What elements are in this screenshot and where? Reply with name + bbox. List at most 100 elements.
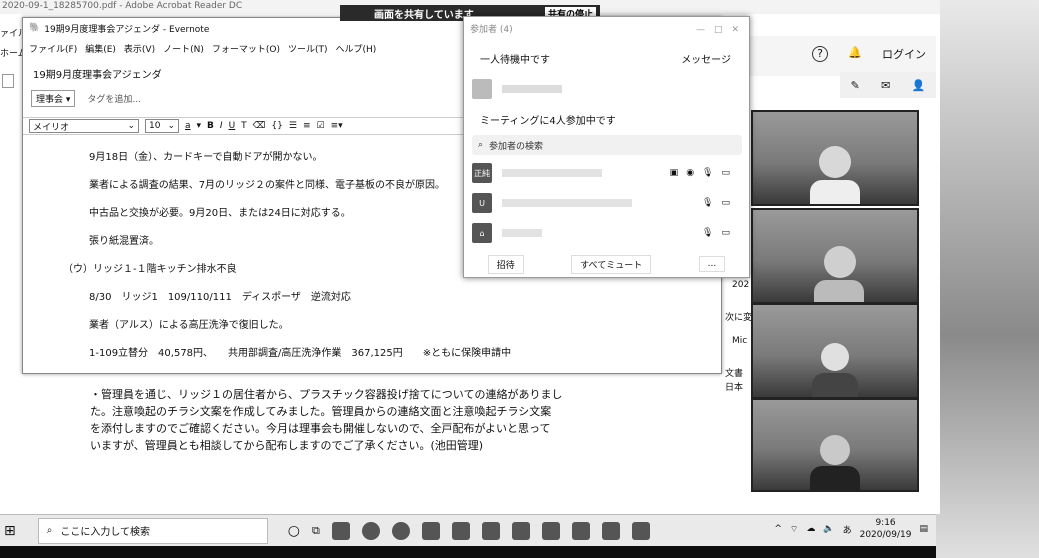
video-icon[interactable]: ▣ <box>670 168 679 178</box>
cortana-icon[interactable]: ○ <box>288 523 300 539</box>
evernote-icon: 🐘 <box>29 23 41 33</box>
participant-row[interactable]: 正純 ▣ ◉ 🎙 ▭ <box>472 159 742 187</box>
camera-icon[interactable]: ▭ <box>721 198 730 208</box>
right-video-background <box>936 0 1039 558</box>
font-family-select[interactable]: メイリオ ⌄ <box>29 119 139 133</box>
more-button[interactable]: ... <box>698 256 726 272</box>
numbered-list-icon[interactable]: ≡ <box>303 121 311 131</box>
participant-name <box>502 229 542 237</box>
side-text: Mic <box>732 336 748 346</box>
bell-icon[interactable]: 🔔 <box>848 46 862 59</box>
message-button[interactable]: メッセージ <box>681 51 731 66</box>
chevron-up-icon[interactable]: ^ <box>774 524 782 534</box>
note-title[interactable]: 19期9月度理事会アジェンダ <box>33 66 162 81</box>
video-tile[interactable] <box>751 303 919 399</box>
pdf-line: を添付しますのでご確認ください。今月は理事会も開催しないので、全戸配布がよいと思… <box>90 422 551 435</box>
checkbox-icon[interactable]: ☑ <box>316 121 324 131</box>
participant-controls: 🎙 ▭ <box>702 228 730 238</box>
acrobat-icon[interactable] <box>541 521 560 540</box>
waiting-participant[interactable] <box>472 75 742 103</box>
sign-icon[interactable]: ✎ <box>851 79 860 92</box>
underline-icon[interactable]: U <box>229 121 236 131</box>
participant-name <box>502 85 562 93</box>
mic-icon[interactable]: 🎙 <box>702 228 713 238</box>
code-icon[interactable]: {} <box>271 121 282 131</box>
network-icon[interactable]: ⌔ <box>790 524 798 535</box>
participant-row[interactable]: ⌂ 🎙 ▭ <box>472 219 742 247</box>
participant-controls: ▣ ◉ 🎙 ▭ <box>670 168 730 178</box>
participant-search[interactable]: ⌕ 参加者の検索 <box>472 135 742 155</box>
zoom-icon[interactable] <box>601 521 620 540</box>
camera-icon[interactable]: ▭ <box>721 228 730 238</box>
record-icon[interactable]: ◉ <box>686 168 694 178</box>
mic-icon[interactable]: 🎙 <box>702 168 713 178</box>
camera-icon[interactable]: ▭ <box>721 168 730 178</box>
ime-indicator[interactable]: あ <box>843 523 852 536</box>
search-icon: ⌕ <box>46 525 53 536</box>
app-icon[interactable] <box>331 521 350 540</box>
login-button[interactable]: ログイン <box>882 46 926 62</box>
participants-header: 参加者 (4) — □ ✕ <box>464 17 749 39</box>
strikethrough-icon[interactable]: T <box>241 121 247 131</box>
bullet-list-icon[interactable]: ☰ <box>289 121 297 131</box>
tag-input[interactable]: タグを追加... <box>87 92 141 105</box>
app-icon[interactable] <box>481 521 500 540</box>
menu-help[interactable]: ヘルプ(H) <box>336 42 377 55</box>
add-user-icon[interactable]: 👤 <box>912 79 926 92</box>
note-line: 業者による調査の結果、7月のリッジ２の案件と同様、電子基板の不良が原因。 <box>89 180 446 191</box>
mute-all-button[interactable]: すべてミュート <box>571 254 652 274</box>
participant-video <box>812 343 858 397</box>
align-icon[interactable]: ≡▾ <box>331 121 343 131</box>
file-icon[interactable] <box>2 74 14 88</box>
system-tray: ^ ⌔ ☁ 🔈 あ 9:16 2020/09/19 ▤ <box>774 517 928 541</box>
note-line: 張り紙混置済。 <box>89 236 159 247</box>
app-icon[interactable] <box>511 521 530 540</box>
clock[interactable]: 9:16 2020/09/19 <box>860 517 912 541</box>
app-icon[interactable] <box>631 521 650 540</box>
edge-icon[interactable] <box>361 521 380 540</box>
volume-icon[interactable]: 🔈 <box>823 524 834 534</box>
note-line: 業者（アルス）による高圧洗浄で復旧した。 <box>89 320 289 331</box>
font-family-value: メイリオ <box>33 122 70 133</box>
taskbar-search-placeholder: ここに入力して検索 <box>60 527 151 538</box>
menu-format[interactable]: フォーマット(O) <box>212 42 280 55</box>
windows-taskbar: ⊞ ⌕ ここに入力して検索 ○ ⧉ ^ ⌔ ☁ 🔈 あ 9:16 2020/09… <box>0 514 936 546</box>
notification-icon[interactable]: ▤ <box>919 524 928 534</box>
notebook-selector[interactable]: 理事会 ▾ <box>31 90 76 107</box>
text-color-icon[interactable]: a <box>185 121 191 131</box>
eraser-icon[interactable]: ⌫ <box>253 121 266 131</box>
notebook-name: 理事会 <box>36 95 64 105</box>
windows-start-icon[interactable]: ⊞ <box>4 523 16 539</box>
font-size-select[interactable]: 10 ⌄ <box>145 119 179 133</box>
help-icon[interactable]: ? <box>812 46 828 62</box>
menu-edit[interactable]: 編集(E) <box>85 42 116 55</box>
menu-tools[interactable]: ツール(T) <box>288 42 328 55</box>
evernote-app-icon[interactable] <box>421 521 440 540</box>
pdf-body-text: ・管理員を通じ、リッジ１の居住者から、プラスチック容器投げ捨てについての連絡があ… <box>90 386 580 454</box>
task-view-icon[interactable]: ⧉ <box>312 524 320 538</box>
taskbar-search[interactable]: ⌕ ここに入力して検索 <box>37 517 268 544</box>
app-icon[interactable] <box>451 521 470 540</box>
mail-icon[interactable]: ✉ <box>881 79 890 92</box>
mic-icon[interactable]: 🎙 <box>702 198 713 208</box>
menu-file[interactable]: ファイル(F) <box>29 42 77 55</box>
invite-button[interactable]: 招待 <box>487 254 524 274</box>
italic-icon[interactable]: I <box>220 121 223 131</box>
note-line: 9月18日（金）、カードキーで自動ドアが開かない。 <box>89 152 323 163</box>
video-tile[interactable] <box>751 208 919 304</box>
menu-note[interactable]: ノート(N) <box>163 42 204 55</box>
cloud-icon[interactable]: ☁ <box>806 524 815 534</box>
menu-view[interactable]: 表示(V) <box>124 42 155 55</box>
video-tile[interactable] <box>751 110 919 206</box>
window-controls[interactable]: — □ ✕ <box>696 22 739 35</box>
participant-name <box>502 199 632 207</box>
acrobat-action-icons: ✎ ✉ 👤 <box>840 72 936 98</box>
highlight-icon[interactable]: ▾ <box>197 121 202 131</box>
bold-icon[interactable]: B <box>207 121 214 131</box>
note-meta-row: 理事会 ▾ タグを追加... <box>31 90 141 107</box>
search-icon: ⌕ <box>478 140 484 150</box>
participant-row[interactable]: U 🎙 ▭ <box>472 189 742 217</box>
app-icon[interactable] <box>571 521 590 540</box>
video-tile[interactable] <box>751 398 919 492</box>
chrome-icon[interactable] <box>391 521 410 540</box>
